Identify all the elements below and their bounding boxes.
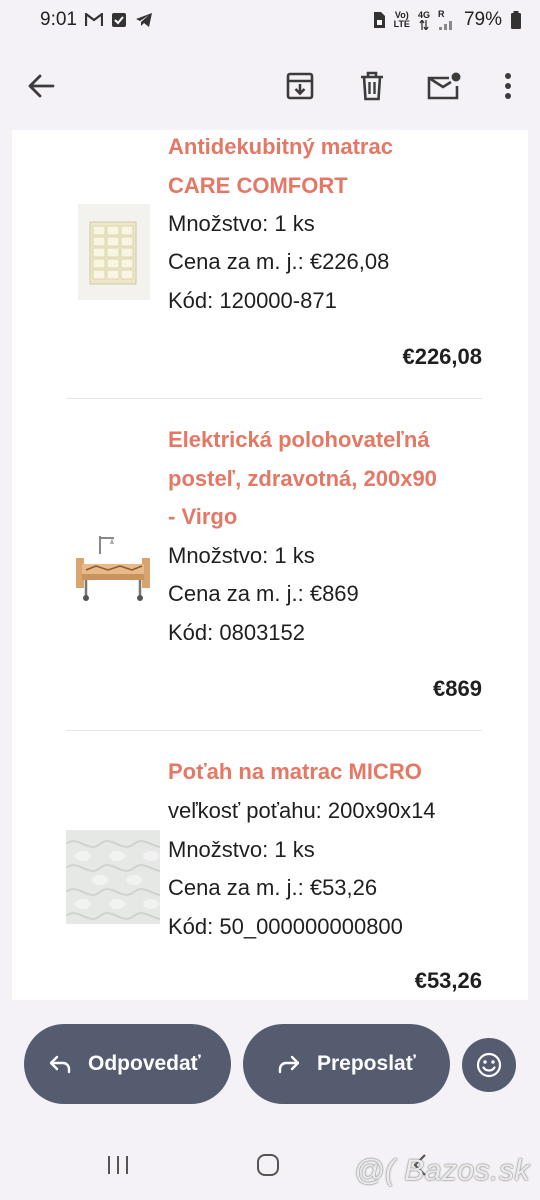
product-unit-price: Cena za m. j.: €226,08 xyxy=(168,249,390,274)
product-quantity: Množstvo: 1 ks xyxy=(168,837,315,862)
more-vert-icon xyxy=(505,73,511,99)
mark-unread-button[interactable] xyxy=(420,62,468,110)
archive-icon xyxy=(286,72,314,100)
product-image-bed[interactable] xyxy=(72,526,152,606)
reply-button[interactable]: Odpovedať xyxy=(24,1024,231,1104)
check-notification-icon xyxy=(111,12,127,28)
product-size: veľkosť poťahu: 200x90x14 xyxy=(168,798,436,823)
signal-icon: R xyxy=(438,9,456,31)
order-item: Poťah na matrac MICRO veľkosť poťahu: 20… xyxy=(36,730,508,1000)
product-code: Kód: 50_000000000800 xyxy=(168,914,403,939)
order-items-list: Antidekubitný matrac CARE COMFORT Množst… xyxy=(36,130,508,1000)
trash-icon xyxy=(361,71,383,101)
recent-apps-button[interactable] xyxy=(88,1150,148,1180)
battery-icon xyxy=(510,11,522,29)
reply-actions: Odpovedať Preposlať xyxy=(0,1024,540,1104)
telegram-notification-icon xyxy=(135,12,153,28)
product-total: €869 xyxy=(433,676,482,701)
recent-apps-icon xyxy=(108,1156,128,1174)
product-name[interactable]: Antidekubitný matrac CARE COMFORT xyxy=(168,130,508,205)
email-body: Antidekubitný matrac CARE COMFORT Množst… xyxy=(12,130,528,1000)
product-total: €53,26 xyxy=(414,968,482,993)
volte-label: Vo) LTE xyxy=(393,10,410,29)
product-image-cover[interactable] xyxy=(65,830,169,924)
product-image-mattress[interactable] xyxy=(78,204,150,300)
status-bar: 9:01 Vo) LTE 4G R 79% xyxy=(0,0,540,40)
product-code: Kód: 120000-871 xyxy=(168,288,337,313)
product-name[interactable]: Elektrická polohovateľná posteľ, zdravot… xyxy=(168,421,508,537)
product-code: Kód: 0803152 xyxy=(168,620,306,645)
reply-icon xyxy=(46,1050,74,1078)
network-type-label: 4G xyxy=(418,10,430,30)
arrow-left-icon xyxy=(28,74,55,98)
product-quantity: Množstvo: 1 ks xyxy=(168,543,315,568)
archive-button[interactable] xyxy=(276,62,324,110)
mark-unread-icon xyxy=(427,72,461,100)
product-quantity: Množstvo: 1 ks xyxy=(168,211,315,236)
system-nav-bar: @( Bazos.sk xyxy=(0,1130,540,1200)
forward-icon xyxy=(275,1050,303,1078)
product-unit-price: Cena za m. j.: €869 xyxy=(168,581,359,606)
home-icon xyxy=(257,1154,279,1176)
sim-icon xyxy=(372,11,386,29)
order-item: Elektrická polohovateľná posteľ, zdravot… xyxy=(36,398,508,730)
smiley-icon xyxy=(476,1052,502,1078)
delete-button[interactable] xyxy=(348,62,396,110)
gmail-notification-icon xyxy=(84,13,103,27)
product-unit-price: Cena za m. j.: €53,26 xyxy=(168,875,378,900)
home-button[interactable] xyxy=(238,1150,298,1180)
forward-label: Preposlať xyxy=(317,1052,416,1075)
product-total: €226,08 xyxy=(402,344,482,369)
reply-label: Odpovedať xyxy=(88,1052,201,1075)
status-time: 9:01 xyxy=(40,9,77,30)
order-item: Antidekubitný matrac CARE COMFORT Množst… xyxy=(36,130,508,398)
app-bar xyxy=(0,40,540,130)
bazos-watermark: @( Bazos.sk xyxy=(354,1154,530,1187)
battery-percent: 79% xyxy=(463,9,502,30)
emoji-reaction-button[interactable] xyxy=(462,1038,516,1092)
more-options-button[interactable] xyxy=(484,62,532,110)
product-name[interactable]: Poťah na matrac MICRO xyxy=(168,753,508,792)
back-button[interactable] xyxy=(17,62,65,110)
forward-button[interactable]: Preposlať xyxy=(243,1024,450,1104)
